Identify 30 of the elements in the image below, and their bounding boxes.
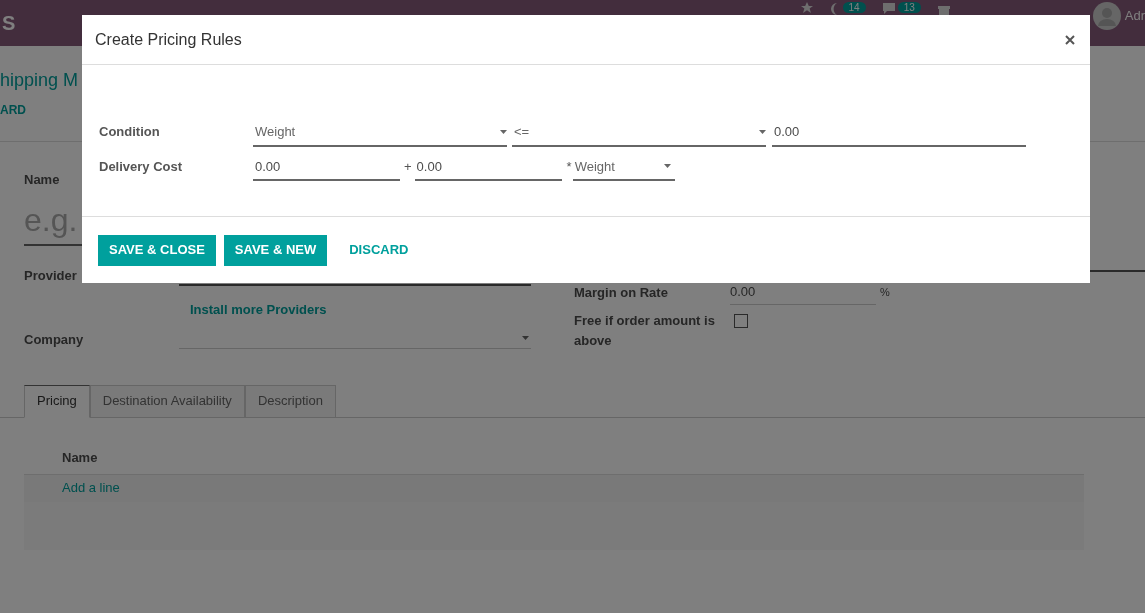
times-sign: * (566, 157, 572, 176)
company-label: Company (24, 330, 85, 349)
percent-sign: % (880, 285, 890, 300)
install-providers-link[interactable]: Install more Providers (190, 299, 327, 319)
message-badge: 13 (897, 2, 921, 13)
add-line-link[interactable]: Add a line (62, 478, 120, 498)
app-brand[interactable]: S (2, 8, 16, 38)
condition-value-field[interactable]: 0.00 (772, 122, 1026, 147)
tab[interactable]: Pricing (24, 384, 90, 418)
margin-label: Margin on Rate (574, 283, 669, 302)
factor-variable-select[interactable]: Weight (572, 156, 675, 181)
notification-badge: 14 (842, 2, 866, 13)
variable-select[interactable]: Weight (253, 122, 507, 147)
variable-factor-field[interactable]: 0.00 (414, 156, 562, 181)
tab[interactable]: Destination Availability (89, 384, 245, 418)
fixed-price-field[interactable]: 0.00 (253, 156, 400, 181)
save-button[interactable]: SAVE & NEW (223, 234, 328, 266)
plus-sign: + (404, 157, 412, 176)
delivery-cost-label: Delivery Cost (99, 157, 184, 176)
name-label: Name (24, 171, 61, 189)
dialog-title: Create Pricing Rules (95, 29, 242, 50)
condition-label: Condition (99, 123, 161, 141)
user-name[interactable]: Adr (1124, 6, 1145, 26)
column-header: Name (61, 448, 99, 467)
operator-select[interactable]: <= (512, 122, 766, 147)
free-over-label: Free if order amount is above (574, 311, 716, 350)
provider-label: Provider (24, 266, 78, 285)
save-button[interactable]: SAVE & CLOSE (98, 234, 216, 266)
tab[interactable]: Description (244, 384, 336, 418)
discard-link[interactable]: DISCARD (335, 234, 423, 266)
